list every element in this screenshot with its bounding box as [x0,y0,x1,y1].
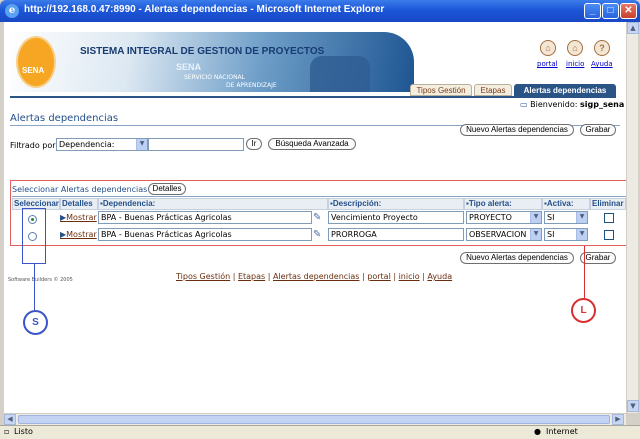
section-header: Seleccionar Alertas dependencias [12,185,148,194]
help-icon[interactable]: ? [594,40,610,56]
banner-subtitle-2: DE APRENDIZAJE [226,82,277,89]
tab-alertas-dependencias[interactable]: Alertas dependencias [514,84,616,96]
minimize-button[interactable]: _ [584,3,601,19]
header-banner: SENA SISTEMA INTEGRAL DE GESTION DE PROY… [10,32,414,92]
scroll-right-icon[interactable]: ▶ [612,414,624,425]
chevron-down-icon: ▼ [576,229,587,240]
page-title: Alertas dependencias [10,113,119,124]
browser-viewport: SENA SISTEMA INTEGRAL DE GESTION DE PROY… [4,22,626,413]
annotation-s-marker: S [23,310,48,335]
col-tipo-alerta[interactable]: ▪Tipo alerta: [464,198,542,210]
banner-sena: SENA [176,62,202,72]
save-button-bottom[interactable]: Grabar [580,252,616,264]
row-1-descripcion[interactable]: Vencimiento Proyecto [328,211,464,224]
window-title: http://192.168.0.47:8990 - Alertas depen… [24,4,385,15]
chevron-down-icon: ▼ [530,212,541,223]
chevron-down-icon: ▼ [136,139,147,150]
row-1-dependencia[interactable]: BPA - Buenas Prácticas Agricolas [98,211,312,224]
page-icon: ▫ [4,427,10,436]
username: sigp_sena [579,100,625,109]
user-icon: ▭ [520,100,528,109]
sena-logo-icon: SENA [16,36,56,88]
window-title-bar: e http://192.168.0.47:8990 - Alertas dep… [0,0,640,22]
section-divider [12,196,626,197]
software-credit: Software Builders © 2005 [8,277,73,283]
row-2-tipo-select[interactable]: OBSERVACION ▼ [466,228,542,241]
col-activa[interactable]: ▪Activa: [542,198,590,210]
save-button-top[interactable]: Grabar [580,124,616,136]
col-descripcion[interactable]: ▪Descripción: [328,198,464,210]
col-eliminar: Eliminar [590,198,626,210]
annotation-s-line [34,264,35,310]
annotation-l-line [584,246,585,298]
status-bar: ▫ Listo ● Internet [0,425,640,439]
new-alert-button-top[interactable]: Nuevo Alertas dependencias [460,124,574,136]
filter-input[interactable] [148,138,244,151]
footer-link-ayuda[interactable]: Ayuda [427,272,452,281]
footer-link-alertas[interactable]: Alertas dependencias [273,272,360,281]
portal-icon[interactable]: ⌂ [540,40,556,56]
footer-link-inicio[interactable]: inicio [399,272,420,281]
advanced-search-button[interactable]: Búsqueda Avanzada [268,138,356,150]
tab-underline [10,96,616,98]
col-detalles: Detalles [60,198,98,210]
annotation-s-box [22,208,46,264]
row-2-details-link[interactable]: ▶Mostrar [60,230,97,239]
row-2-dependencia[interactable]: BPA - Buenas Prácticas Agricolas [98,228,312,241]
row-2-edit-icon[interactable]: ✎ [313,229,327,241]
row-2-activa-select[interactable]: SI ▼ [544,228,588,241]
maximize-button[interactable]: □ [602,3,619,19]
footer-link-portal[interactable]: portal [367,272,391,281]
inicio-link[interactable]: inicio [566,60,584,68]
portal-link[interactable]: portal [537,60,558,68]
banner-subtitle-1: SERVICIO NACIONAL [184,74,246,81]
annotation-l-marker: L [571,298,596,323]
row-1-details-link[interactable]: ▶Mostrar [60,213,97,222]
row-2-descripcion[interactable]: PRORROGA [328,228,464,241]
row-2-delete-checkbox[interactable] [604,230,614,240]
horizontal-scroll-thumb[interactable] [18,415,610,424]
scroll-up-icon[interactable]: ▲ [627,22,639,34]
welcome-text: ▭ Bienvenido: sigp_sena [520,100,625,109]
row-1-delete-checkbox[interactable] [604,213,614,223]
tab-tipos-gestion[interactable]: Tipos Gestión [410,84,472,96]
status-text: Listo [14,427,33,436]
ayuda-link[interactable]: Ayuda [591,60,613,68]
go-button[interactable]: Ir [246,138,262,150]
filter-label: Filtrado por [10,141,56,150]
vertical-scrollbar[interactable]: ▲ ▼ [626,22,639,413]
internet-explorer-icon: e [5,4,19,18]
tab-etapas[interactable]: Etapas [474,84,512,96]
chevron-down-icon: ▼ [530,229,541,240]
home-icon[interactable]: ⌂ [567,40,583,56]
scroll-down-icon[interactable]: ▼ [627,400,639,412]
footer-link-tipos-gestion[interactable]: Tipos Gestión [176,272,230,281]
row-1-activa-select[interactable]: SI ▼ [544,211,588,224]
chevron-down-icon: ▼ [576,212,587,223]
scroll-left-icon[interactable]: ◀ [4,414,16,425]
close-button[interactable]: ✕ [620,3,637,19]
system-title: SISTEMA INTEGRAL DE GESTION DE PROYECTOS [80,46,325,57]
footer-links: Tipos Gestión | Etapas | Alertas depende… [176,272,453,281]
zone-text: Internet [546,427,578,436]
col-dependencia[interactable]: ▪Dependencia: [98,198,328,210]
details-button[interactable]: Detalles [148,183,186,195]
filter-select[interactable]: Dependencia: ▼ [56,138,148,151]
row-1-edit-icon[interactable]: ✎ [313,212,327,224]
globe-icon: ● [534,427,541,436]
row-1-tipo-select[interactable]: PROYECTO ▼ [466,211,542,224]
footer-link-etapas[interactable]: Etapas [238,272,265,281]
people-image [310,56,370,92]
new-alert-button-bottom[interactable]: Nuevo Alertas dependencias [460,252,574,264]
horizontal-scrollbar[interactable]: ◀ ▶ [4,413,626,425]
